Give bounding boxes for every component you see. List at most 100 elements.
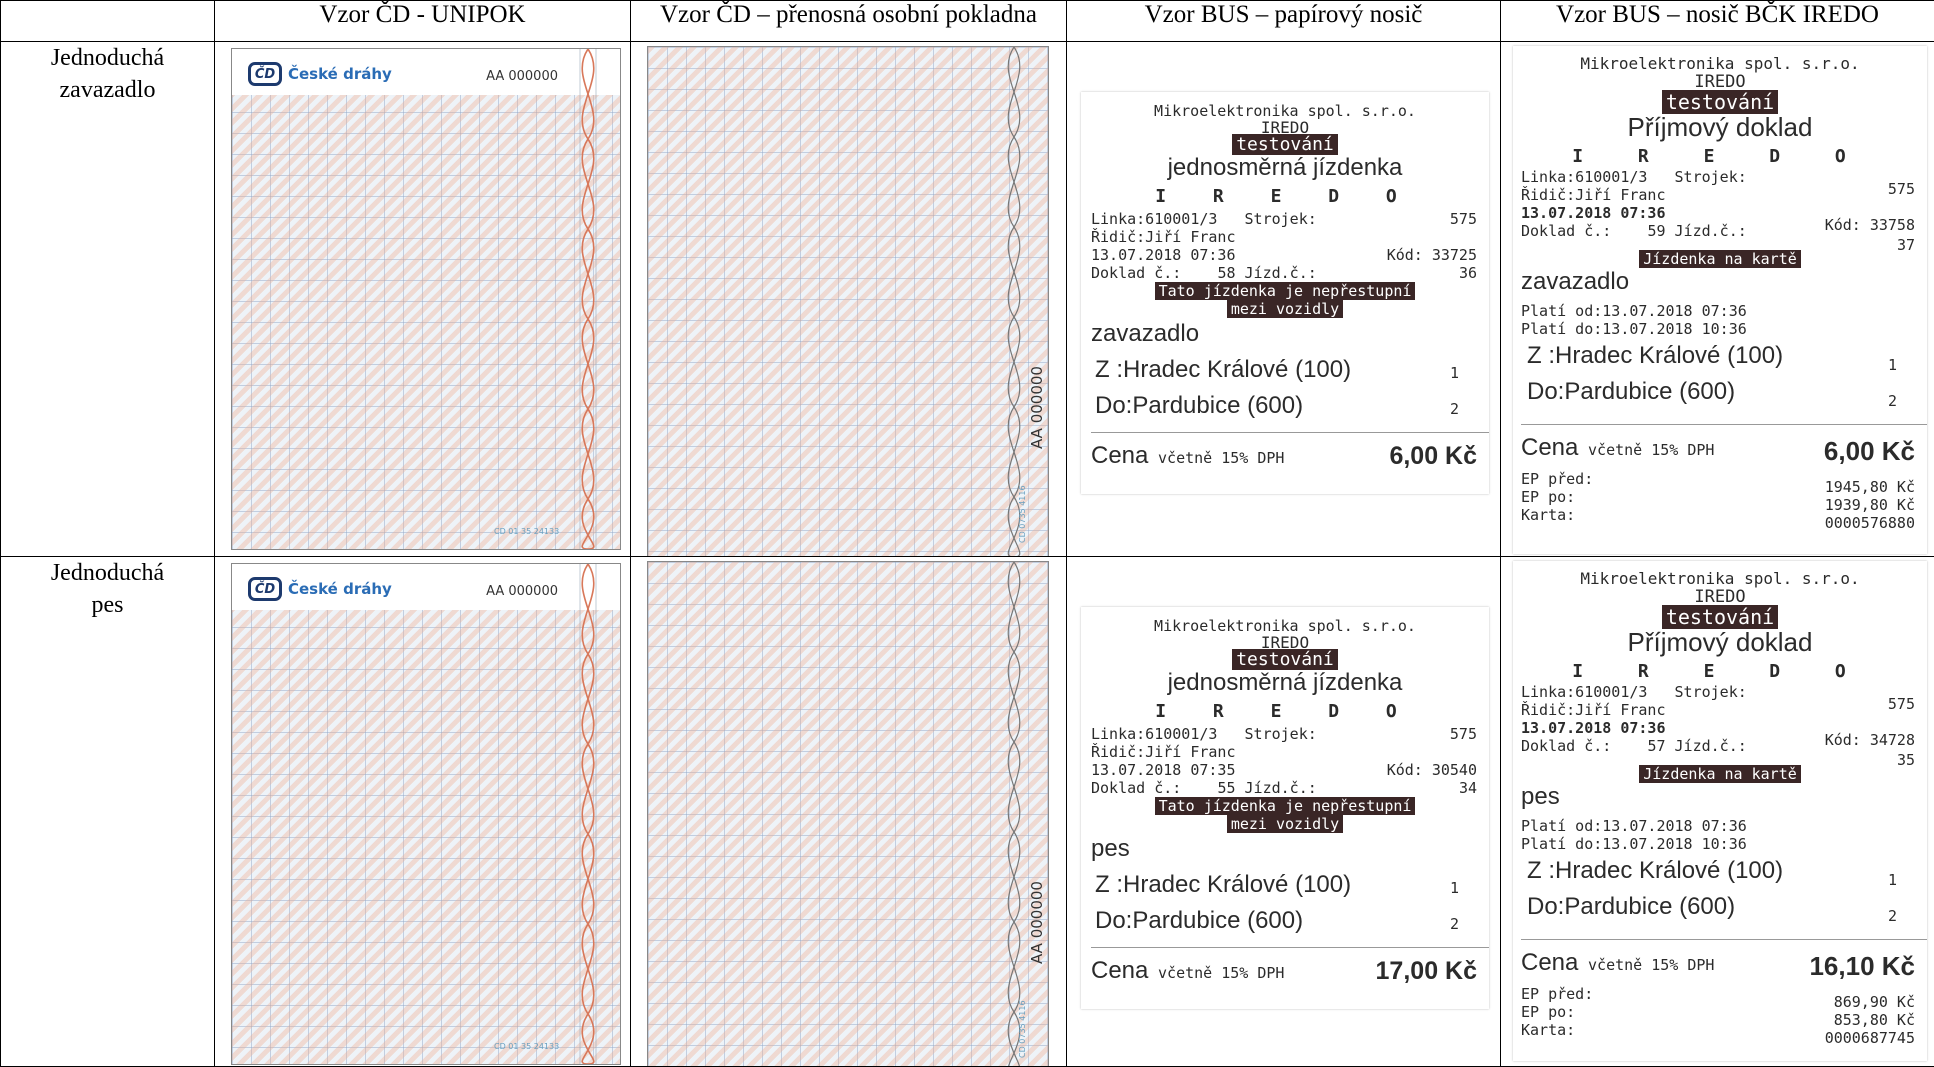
- receipt-dph: včetně 15% DPH: [1158, 964, 1285, 982]
- card-receipt: Mikroelektronika spol. s.r.o. IREDO test…: [1513, 561, 1927, 1061]
- bus-paper-cell: Mikroelektronika spol. s.r.o. IREDO test…: [1066, 41, 1501, 557]
- iredo-logo: I R E D O: [1572, 661, 1868, 682]
- receipt-cena: Cena: [1091, 957, 1149, 984]
- iredo-logo: I R E D O: [1155, 186, 1415, 207]
- receipt-notice-1: Tato jízdenka je nepřestupní: [1154, 282, 1416, 300]
- receipt-linka: Linka:610001/3: [1091, 210, 1218, 228]
- receipt-to: Do:Pardubice (600): [1095, 907, 1304, 934]
- bus-card-cell: Mikroelektronika spol. s.r.o. IREDO test…: [1500, 556, 1934, 1067]
- iredo-logo: I R E D O: [1155, 701, 1415, 722]
- receipt-valid-from: Platí od:13.07.2018 07:36: [1521, 302, 1747, 320]
- receipt-notice-2: mezi vozidly: [1226, 300, 1344, 318]
- receipt-price: 16,10 Kč: [1809, 951, 1915, 981]
- receipt-doklad-val: 57: [1647, 737, 1666, 755]
- header-cd-portable: Vzor ČD – přenosná osobní pokladna: [630, 0, 1067, 42]
- receipt-valid-to: Platí do:13.07.2018 10:36: [1521, 320, 1747, 338]
- ticket-serial-vertical: AA 000000: [1028, 881, 1046, 964]
- receipt-strojek: Strojek:: [1244, 210, 1317, 228]
- receipt-item: zavazadlo: [1521, 268, 1630, 295]
- receipt-to: Do:Pardubice (600): [1527, 378, 1736, 405]
- cd-brand-name: České dráhy: [288, 65, 392, 83]
- receipt-to-n: 2: [1887, 392, 1897, 410]
- receipt-brand: IREDO: [1694, 72, 1746, 92]
- receipt-jizd: Jízd.č.:: [1244, 779, 1317, 797]
- receipt-notice-2: mezi vozidly: [1226, 815, 1344, 833]
- paper-receipt: Mikroelektronika spol. s.r.o. IREDO test…: [1081, 607, 1489, 1009]
- receipt-price: 17,00 Kč: [1375, 957, 1477, 985]
- receipt-jizd: Jízd.č.:: [1674, 222, 1747, 240]
- receipt-divider: [1521, 424, 1927, 425]
- ticket-tiny-code: CD 01 35 24133: [494, 527, 560, 536]
- receipt-doklad-val: 59: [1647, 222, 1666, 240]
- ticket-serial: AA 000000: [486, 69, 558, 84]
- receipt-driver: Řidič:Jiří Franc: [1091, 743, 1236, 761]
- receipt-item: pes: [1091, 835, 1130, 862]
- receipt-dph: včetně 15% DPH: [1158, 449, 1285, 467]
- guilloche-pattern-icon: [579, 564, 597, 1064]
- receipt-code: Kód: 30540: [1386, 761, 1477, 779]
- receipt-valid-from: Platí od:13.07.2018 07:36: [1521, 817, 1747, 835]
- receipt-divider: [1521, 939, 1927, 940]
- receipt-item: pes: [1521, 783, 1560, 810]
- receipt-to-n: 2: [1449, 400, 1459, 418]
- header-bus-card: Vzor BUS – nosič BČK IREDO: [1500, 0, 1934, 42]
- receipt-driver: Řidič:Jiří Franc: [1521, 186, 1666, 204]
- receipt-cena: Cena: [1091, 442, 1149, 469]
- receipt-doklad-val: 58: [1217, 264, 1236, 282]
- cd-logo-icon: ČD: [248, 577, 282, 601]
- cd-logo: ČD České dráhy: [248, 577, 392, 601]
- receipt-to: Do:Pardubice (600): [1527, 893, 1736, 920]
- paper-receipt: Mikroelektronika spol. s.r.o. IREDO test…: [1081, 92, 1489, 494]
- receipt-doklad: Doklad č.:: [1521, 222, 1612, 240]
- receipt-linka: Linka:610001/3: [1521, 168, 1648, 186]
- cd-unipok-ticket: ČD České dráhy AA 000000 CD 01 35 24133: [231, 563, 621, 1065]
- ticket-serial-vertical: AA 000000: [1028, 366, 1046, 449]
- receipt-to-n: 2: [1449, 915, 1459, 933]
- cd-portable-cell: AA 000000 CD 0735 4116: [630, 41, 1067, 557]
- receipt-from: Z :Hradec Králové (100): [1527, 857, 1784, 884]
- receipt-jizd: Jízd.č.:: [1244, 264, 1317, 282]
- receipt-from-n: 1: [1449, 879, 1459, 897]
- receipt-from-n: 1: [1449, 364, 1459, 382]
- cd-logo-icon: ČD: [248, 62, 282, 86]
- receipt-company: Mikroelektronika spol. s.r.o.: [1580, 569, 1860, 588]
- receipt-doklad: Doklad č.:: [1091, 779, 1182, 797]
- receipt-company: Mikroelektronika spol. s.r.o.: [1580, 54, 1860, 73]
- receipt-linka: Linka:610001/3: [1521, 683, 1648, 701]
- receipt-from: Z :Hradec Králové (100): [1095, 871, 1352, 898]
- receipt-strojek-val: 575: [1449, 210, 1477, 228]
- receipt-on-card: Jízdenka na kartě: [1639, 765, 1801, 783]
- receipt-from-n: 1: [1887, 871, 1897, 889]
- card-receipt: Mikroelektronika spol. s.r.o. IREDO test…: [1513, 46, 1927, 554]
- receipt-item: zavazadlo: [1091, 320, 1200, 347]
- ticket-serial: AA 000000: [486, 584, 558, 599]
- receipt-price: 6,00 Kč: [1389, 442, 1477, 470]
- cd-unipok-cell: ČD České dráhy AA 000000 CD 01 35 24133: [214, 556, 631, 1067]
- row-label-line1: Jednoduchá: [50, 560, 165, 586]
- receipt-cena: Cena: [1521, 434, 1579, 461]
- receipt-dph: včetně 15% DPH: [1588, 956, 1715, 974]
- receipt-doklad: Doklad č.:: [1521, 737, 1612, 755]
- receipt-strojek: Strojek:: [1244, 725, 1317, 743]
- receipt-price: 6,00 Kč: [1823, 436, 1915, 466]
- receipt-testing-label: testování: [1232, 134, 1338, 155]
- ticket-tiny-code: CD 0735 4116: [1018, 485, 1027, 543]
- receipt-divider: [1091, 947, 1489, 948]
- receipt-testing-label: testování: [1232, 649, 1338, 670]
- header-row: Vzor ČD - UNIPOK Vzor ČD – přenosná osob…: [0, 0, 1934, 42]
- row-label: Jednoduchá zavazadlo: [0, 41, 215, 557]
- header-bus-paper: Vzor BUS – papírový nosič: [1066, 0, 1501, 42]
- guilloche-pattern-icon: [1007, 562, 1021, 1066]
- receipt-to-n: 2: [1887, 907, 1897, 925]
- receipt-brand: IREDO: [1694, 587, 1746, 607]
- row-label-line1: Jednoduchá: [50, 45, 165, 71]
- receipt-strojek: Strojek:: [1674, 168, 1747, 186]
- receipt-linka: Linka:610001/3: [1091, 725, 1218, 743]
- table-row: Jednoduchá pes ČD České dráhy AA 000000 …: [0, 556, 1934, 1067]
- receipt-doklad-val: 55: [1217, 779, 1236, 797]
- cd-unipok-ticket: ČD České dráhy AA 000000 CD 01 35 24133: [231, 48, 621, 550]
- iredo-logo: I R E D O: [1572, 146, 1868, 167]
- ticket-tiny-code: CD 0735 4116: [1018, 1000, 1027, 1058]
- row-label: Jednoduchá pes: [0, 556, 215, 1067]
- receipt-from: Z :Hradec Králové (100): [1095, 356, 1352, 383]
